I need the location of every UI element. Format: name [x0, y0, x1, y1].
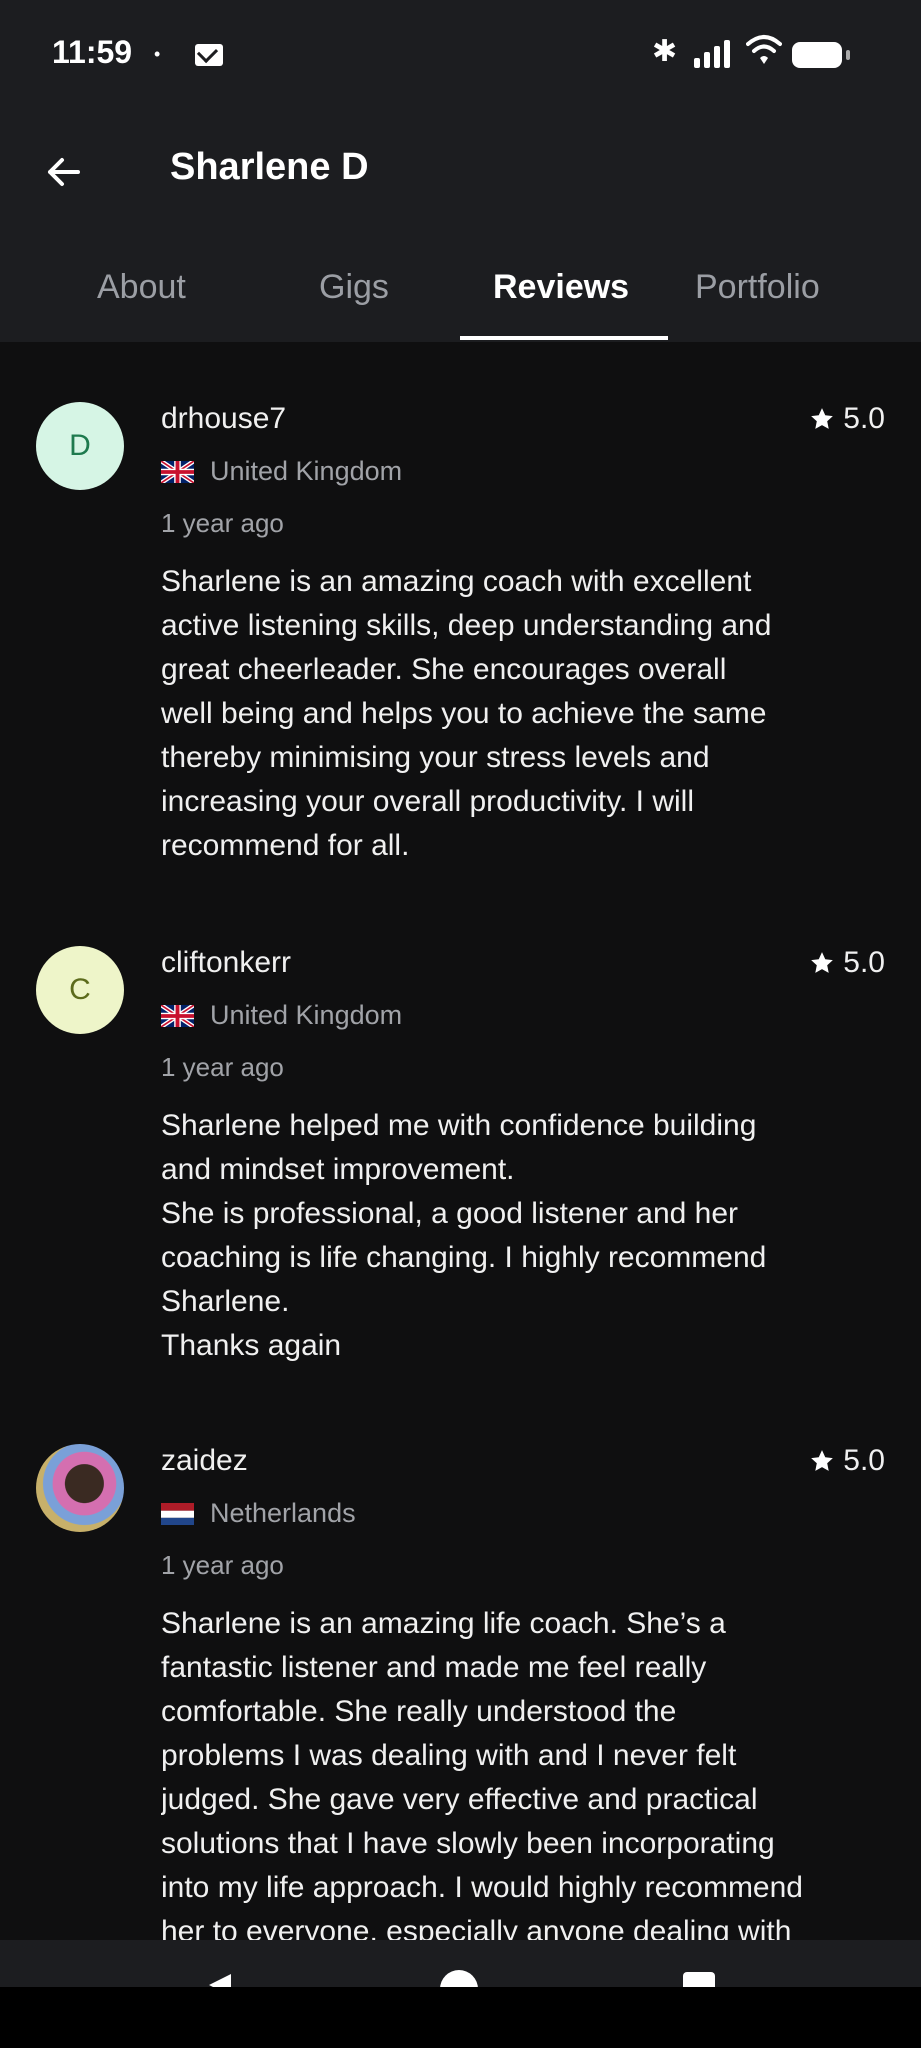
review-text: Sharlene is an amazing life coach. She’s…	[161, 1607, 803, 1944]
signal-icon	[694, 40, 734, 68]
review-rating: 5.0	[809, 1444, 885, 1478]
country-name: Netherlands	[210, 1498, 356, 1528]
back-arrow-icon[interactable]	[40, 148, 88, 196]
tab-gigs[interactable]: Gigs	[319, 268, 389, 307]
review-country: United Kingdom	[161, 456, 402, 487]
netherlands-flag-icon	[161, 1502, 194, 1525]
top-bar: 11:59 • ✱ Sharlene D About Gigs Reviews …	[0, 0, 921, 342]
mail-icon	[195, 44, 223, 66]
rating-value: 5.0	[843, 402, 885, 435]
review-username: drhouse7	[161, 402, 287, 435]
tab-portfolio[interactable]: Portfolio	[695, 268, 820, 307]
active-tab-indicator	[460, 336, 668, 340]
tab-about[interactable]: About	[97, 268, 186, 307]
star-icon	[811, 952, 834, 973]
bottom-black-strip	[0, 1987, 921, 2048]
avatar: C	[36, 946, 124, 1034]
status-time: 11:59	[52, 34, 133, 70]
uk-flag-icon	[161, 460, 194, 483]
country-name: United Kingdom	[210, 1000, 403, 1030]
review-time: 1 year ago	[161, 508, 284, 538]
review-rating: 5.0	[809, 946, 885, 980]
review-text: Sharlene helped me with confidence build…	[161, 1109, 767, 1362]
tab-reviews[interactable]: Reviews	[493, 268, 629, 307]
avatar: D	[36, 402, 124, 490]
review-time: 1 year ago	[161, 1052, 284, 1082]
review-country: Netherlands	[161, 1498, 356, 1529]
notification-dot-icon: •	[154, 44, 161, 64]
nav-recent-apps-icon[interactable]	[683, 1972, 715, 1988]
rating-value: 5.0	[843, 946, 885, 979]
review-username: cliftonkerr	[161, 946, 292, 979]
star-icon	[811, 408, 834, 429]
battery-icon	[792, 42, 850, 68]
review-country: United Kingdom	[161, 1000, 402, 1031]
uk-flag-icon	[161, 1004, 194, 1027]
star-icon	[811, 1450, 834, 1471]
page-title: Sharlene D	[170, 146, 369, 188]
rating-value: 5.0	[843, 1444, 885, 1477]
status-bar: 11:59 • ✱	[0, 0, 921, 110]
review-rating: 5.0	[809, 402, 885, 436]
bluetooth-icon: ✱	[652, 35, 678, 68]
review-time: 1 year ago	[161, 1550, 284, 1580]
country-name: United Kingdom	[210, 456, 403, 486]
wifi-icon	[746, 35, 782, 64]
system-nav-bar	[0, 1940, 921, 2048]
avatar	[36, 1444, 124, 1532]
tab-bar: About Gigs Reviews Portfolio	[0, 250, 921, 342]
review-text: Sharlene is an amazing coach with excell…	[161, 565, 772, 862]
review-username: zaidez	[161, 1444, 248, 1477]
